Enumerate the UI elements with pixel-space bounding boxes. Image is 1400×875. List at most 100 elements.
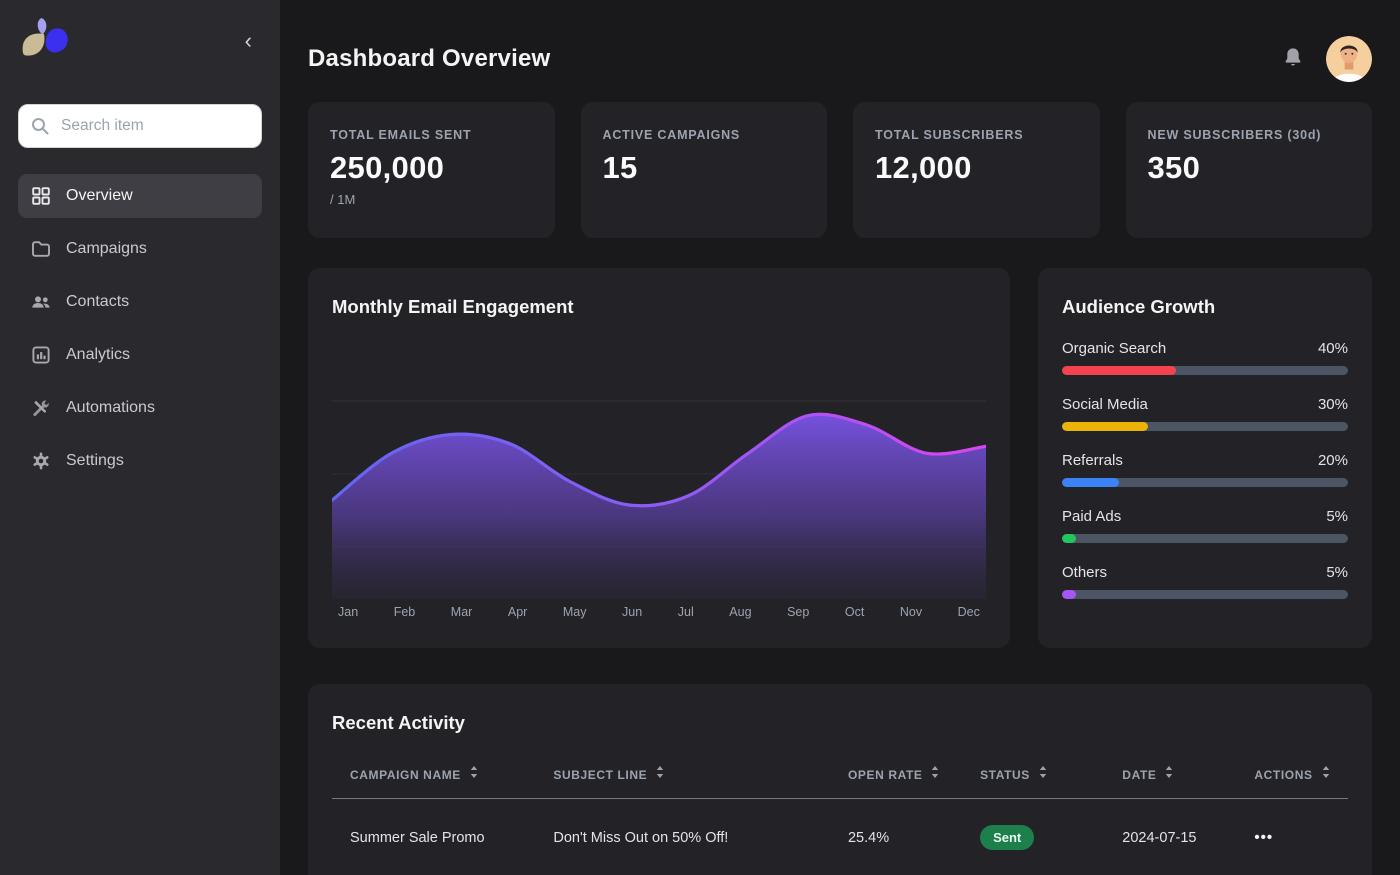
sidebar-item-campaigns[interactable]: Campaigns: [18, 227, 262, 271]
cell-subject-line: Don't Miss Out on 50% Off!: [545, 799, 840, 869]
search-input[interactable]: [18, 104, 262, 148]
cell-date: 2024-07-15: [1114, 799, 1246, 869]
sidebar-item-label: Automations: [66, 399, 155, 417]
sidebar-item-contacts[interactable]: Contacts: [18, 280, 262, 324]
x-axis-label: Jul: [678, 605, 694, 619]
progress-fill: [1062, 590, 1076, 599]
source-label: Referrals: [1062, 452, 1123, 469]
column-header-subject-line[interactable]: SUBJECT LINE: [545, 756, 840, 799]
sort-icon: [1322, 766, 1330, 778]
source-label: Social Media: [1062, 396, 1148, 413]
audience-row-organic-search: Organic Search 40%: [1062, 340, 1348, 375]
sidebar: ‹ Overview: [0, 0, 280, 875]
stat-label: ACTIVE CAMPAIGNS: [603, 128, 806, 142]
sidebar-item-label: Settings: [66, 452, 124, 470]
stat-value: 350: [1148, 150, 1351, 186]
recent-activity-table: CAMPAIGN NAME SUBJECT LINE OPEN RATE: [332, 756, 1348, 868]
sort-icon: [931, 766, 939, 778]
stat-card-emails-sent: TOTAL EMAILS SENT 250,000 / 1M: [308, 102, 555, 238]
sidebar-item-automations[interactable]: Automations: [18, 386, 262, 430]
x-axis-label: Jan: [338, 605, 358, 619]
source-label: Others: [1062, 564, 1107, 581]
sidebar-item-overview[interactable]: Overview: [18, 174, 262, 218]
progress-track: [1062, 478, 1348, 487]
grid-icon: [31, 186, 51, 206]
x-axis-label: Jun: [622, 605, 642, 619]
audience-row-social-media: Social Media 30%: [1062, 396, 1348, 431]
progress-fill: [1062, 422, 1148, 431]
audience-growth-title: Audience Growth: [1062, 296, 1348, 318]
row-actions-button[interactable]: •••: [1254, 829, 1273, 846]
sidebar-collapse-button[interactable]: ‹: [235, 24, 262, 58]
x-axis-label: May: [563, 605, 587, 619]
audience-row-paid-ads: Paid Ads 5%: [1062, 508, 1348, 543]
stat-card-new-subscribers: NEW SUBSCRIBERS (30d) 350: [1126, 102, 1373, 238]
notifications-button[interactable]: [1282, 46, 1304, 73]
sidebar-item-label: Analytics: [66, 346, 130, 364]
sort-icon: [656, 766, 664, 778]
sort-icon: [470, 766, 478, 778]
engagement-chart-title: Monthly Email Engagement: [332, 296, 986, 318]
stat-subtext: [875, 192, 1078, 207]
status-badge: Sent: [980, 825, 1034, 850]
stat-value: 250,000: [330, 150, 533, 186]
page-title: Dashboard Overview: [308, 45, 550, 73]
sidebar-nav: Overview Campaigns Contacts: [18, 174, 262, 483]
cell-campaign-name: Summer Sale Promo: [332, 799, 545, 869]
sidebar-item-label: Campaigns: [66, 240, 147, 258]
search-icon: [31, 117, 49, 135]
stat-label: TOTAL EMAILS SENT: [330, 128, 533, 142]
stat-value: 12,000: [875, 150, 1078, 186]
x-axis-label: Feb: [394, 605, 416, 619]
sidebar-item-analytics[interactable]: Analytics: [18, 333, 262, 377]
contacts-icon: [31, 292, 51, 312]
settings-icon: [31, 451, 51, 471]
area-series-fill: [332, 414, 986, 599]
stat-subtext: [603, 192, 806, 207]
analytics-icon: [31, 345, 51, 365]
table-row: Summer Sale Promo Don't Miss Out on 50% …: [332, 799, 1348, 869]
stat-label: NEW SUBSCRIBERS (30d): [1148, 128, 1351, 142]
app-root: ‹ Overview: [0, 0, 1400, 875]
x-axis-label: Mar: [451, 605, 473, 619]
audience-row-referrals: Referrals 20%: [1062, 452, 1348, 487]
main-content: Dashboard Overview: [280, 0, 1400, 875]
progress-track: [1062, 590, 1348, 599]
folder-icon: [31, 239, 51, 259]
x-axis-label: Nov: [900, 605, 922, 619]
source-percentage: 40%: [1318, 340, 1348, 357]
column-header-date[interactable]: DATE: [1114, 756, 1246, 799]
stat-card-active-campaigns: ACTIVE CAMPAIGNS 15: [581, 102, 828, 238]
automations-icon: [31, 398, 51, 418]
audience-growth-card: Audience Growth Organic Search 40% Socia…: [1038, 268, 1372, 648]
source-percentage: 5%: [1326, 564, 1348, 581]
sort-icon: [1039, 766, 1047, 778]
progress-fill: [1062, 478, 1119, 487]
column-header-actions[interactable]: ACTIONS: [1246, 756, 1348, 799]
source-percentage: 20%: [1318, 452, 1348, 469]
stats-row: TOTAL EMAILS SENT 250,000 / 1M ACTIVE CA…: [308, 102, 1372, 238]
sidebar-item-settings[interactable]: Settings: [18, 439, 262, 483]
stat-value: 15: [603, 150, 806, 186]
column-header-campaign-name[interactable]: CAMPAIGN NAME: [332, 756, 545, 799]
engagement-area-chart: JanFebMarAprMayJunJulAugSepOctNovDec: [332, 364, 986, 619]
audience-row-others: Others 5%: [1062, 564, 1348, 599]
progress-fill: [1062, 534, 1076, 543]
sidebar-item-label: Contacts: [66, 293, 129, 311]
progress-track: [1062, 422, 1348, 431]
x-axis-label: Oct: [845, 605, 864, 619]
stat-subtext: [1148, 192, 1351, 207]
column-header-status[interactable]: STATUS: [972, 756, 1114, 799]
recent-activity-card: Recent Activity CAMPAIGN NAME SUBJECT LI…: [308, 684, 1372, 875]
sidebar-item-label: Overview: [66, 187, 133, 205]
source-label: Organic Search: [1062, 340, 1166, 357]
avatar-illustration: [1326, 36, 1372, 82]
column-header-open-rate[interactable]: OPEN RATE: [840, 756, 972, 799]
x-axis-label: Apr: [508, 605, 527, 619]
x-axis-labels: JanFebMarAprMayJunJulAugSepOctNovDec: [332, 605, 986, 619]
avatar[interactable]: [1326, 36, 1372, 82]
x-axis-label: Dec: [958, 605, 980, 619]
audience-growth-list: Organic Search 40% Social Media 30%: [1062, 340, 1348, 599]
engagement-chart-card: Monthly Email Engagement: [308, 268, 1010, 648]
progress-track: [1062, 366, 1348, 375]
